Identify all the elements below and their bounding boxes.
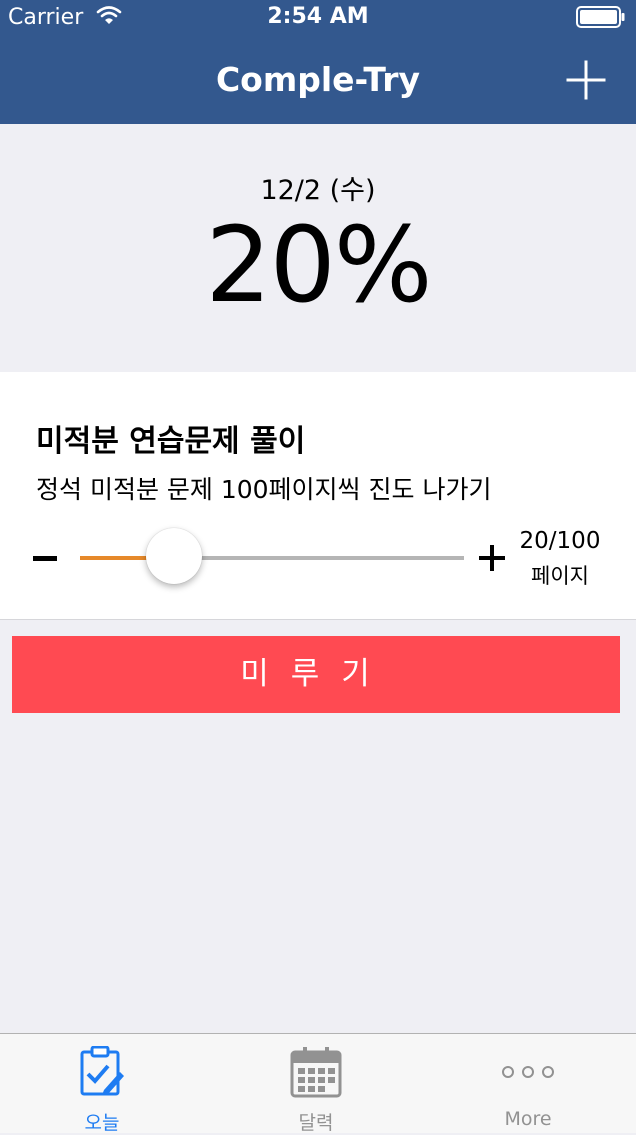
progress-slider[interactable]	[80, 556, 464, 560]
tab-label-today: 오늘	[84, 1112, 120, 1134]
status-time: 2:54 AM	[267, 4, 369, 29]
postpone-button[interactable]: 미루기	[12, 636, 620, 713]
add-button[interactable]	[562, 56, 610, 104]
progress-count: 20/100	[519, 528, 601, 554]
navigation-bar: Comple-Try	[0, 36, 636, 124]
plus-icon	[566, 60, 606, 100]
increment-button[interactable]	[478, 543, 506, 573]
more-dots-icon	[502, 1066, 554, 1078]
app-title: Comple-Try	[215, 60, 421, 99]
battery-icon	[576, 6, 625, 28]
status-bar: Carrier 2:54 AM	[0, 0, 636, 36]
task-card: 미적분 연습문제 풀이 정석 미적분 문제 100페이지씩 진도 나가기 20/…	[0, 372, 636, 620]
date-label: 12/2 (수)	[260, 175, 376, 206]
tab-bar: 오늘 달력 More	[0, 1033, 636, 1134]
calendar-icon	[290, 1047, 342, 1098]
progress-unit: 페이지	[531, 564, 589, 588]
slider-thumb[interactable]	[145, 528, 202, 584]
task-title: 미적분 연습문제 풀이	[36, 424, 306, 459]
progress-percent: 20%	[205, 204, 432, 326]
decrement-button[interactable]	[33, 556, 57, 561]
tab-today[interactable]: 오늘	[32, 1034, 172, 1134]
task-description: 정석 미적분 문제 100페이지씩 진도 나가기	[36, 475, 492, 504]
tab-label-calendar: 달력	[298, 1112, 334, 1134]
tab-calendar[interactable]: 달력	[246, 1034, 386, 1134]
tab-label-more: More	[504, 1108, 552, 1130]
tab-more[interactable]: More	[458, 1034, 598, 1133]
clipboard-check-icon	[80, 1046, 124, 1096]
